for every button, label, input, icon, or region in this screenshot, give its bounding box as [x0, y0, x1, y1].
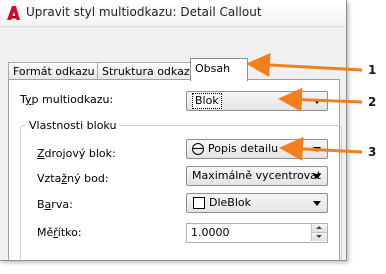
callout-number-1: 1 — [368, 63, 377, 77]
callout-number-2: 2 — [368, 95, 377, 109]
callout-arrow-1 — [246, 52, 363, 77]
callout-arrow-2 — [278, 87, 363, 112]
callout-number-3: 3 — [368, 145, 377, 159]
callout-arrow-3 — [279, 136, 363, 161]
tab-content[interactable]: Obsah — [190, 58, 248, 81]
annotation-layer — [246, 52, 363, 161]
